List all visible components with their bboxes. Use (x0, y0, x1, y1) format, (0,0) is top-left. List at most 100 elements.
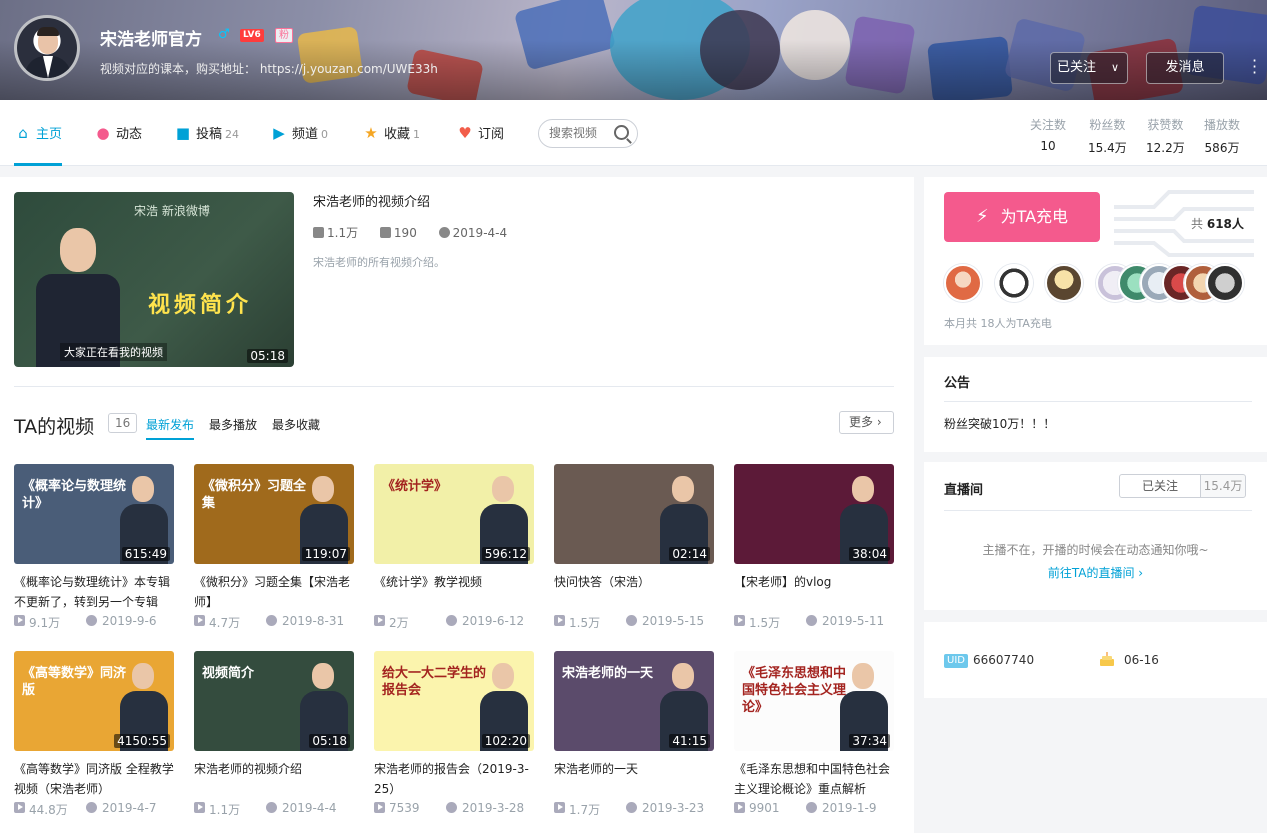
featured-video-thumbnail[interactable]: 宋浩 新浪微博 视频简介 大家正在看我的视频 05:18 (14, 192, 294, 367)
tab-upload[interactable]: ■ 投稿 24 (174, 100, 239, 166)
more-videos-button[interactable]: 更多 › (839, 411, 894, 434)
user-avatar[interactable] (14, 15, 80, 81)
video-thumbnail[interactable]: 《毛泽东思想和中国特色社会主义理论》 37:34 (734, 651, 894, 751)
clock-icon (626, 615, 637, 626)
video-title[interactable]: 宋浩老师的一天 (554, 759, 714, 799)
sort-tab-most-fav[interactable]: 最多收藏 (272, 416, 320, 433)
video-thumbnail[interactable]: 38:04 (734, 464, 894, 564)
featured-video-desc: 宋浩老师的所有视频介绍。 (313, 256, 445, 269)
tab-home[interactable]: ⌂ 主页 (14, 100, 63, 166)
heart-icon: ♥ (458, 124, 472, 142)
stat-plays: 播放数 586万 (1204, 118, 1241, 155)
video-meta: 1.7万 2019-3-23 (554, 801, 714, 817)
sort-tab-most-played[interactable]: 最多播放 (209, 416, 257, 433)
play-count-icon (194, 615, 205, 626)
supporter-avatar[interactable] (995, 264, 1033, 302)
video-meta: 2万 2019-6-12 (374, 614, 534, 630)
chevron-right-icon: › (876, 415, 882, 429)
video-title[interactable]: 快问快答（宋浩） (554, 572, 714, 612)
video-thumbnail[interactable]: 给大一大二学生的报告会 102:20 (374, 651, 534, 751)
video-title[interactable]: 宋浩老师的视频介绍 (194, 759, 354, 799)
uid-value: 66607740 (973, 653, 1035, 667)
tab-dynamic[interactable]: ● 动态 (94, 100, 142, 166)
video-views: 9.1万 (29, 616, 61, 630)
sort-tab-latest[interactable]: 最新发布 (146, 416, 195, 440)
charge-button[interactable]: ⚡ 为TA充电 (944, 192, 1100, 242)
video-card[interactable]: 38:04 【宋老师】的vlog 1.5万 2019-5-11 (734, 464, 894, 630)
follow-button-label: 已关注 (1057, 60, 1097, 75)
notice-panel: 公告 粉丝突破10万！！！ (924, 357, 1267, 452)
video-duration: 615:49 (121, 547, 170, 561)
video-duration: 102:20 (481, 734, 530, 748)
video-views: 9901 (749, 801, 780, 815)
video-card[interactable]: 给大一大二学生的报告会 102:20 宋浩老师的报告会（2019-3-25） 7539… (374, 651, 534, 817)
video-thumbnail[interactable]: 宋浩老师的一天 41:15 (554, 651, 714, 751)
charge-panel: ⚡ 为TA充电 共 618人 本月共 18人为TA充电 (924, 177, 1267, 345)
video-title[interactable]: 《统计学》教学视频 (374, 572, 534, 612)
live-follow-button[interactable]: 已关注 (1119, 474, 1201, 498)
supporter-avatar[interactable] (944, 264, 982, 302)
channel-icon: ▶ (273, 124, 285, 142)
level-badge: LV6 (240, 29, 264, 42)
video-card[interactable]: 《高等数学》同济版 4150:55 《高等数学》同济版 全程教学视频（宋浩老师） 44… (14, 651, 174, 817)
video-title[interactable]: 《高等数学》同济版 全程教学视频（宋浩老师） (14, 759, 174, 799)
tab-channel[interactable]: ▶ 频道 0 (270, 100, 328, 166)
video-card[interactable]: 视频简介 05:18 宋浩老师的视频介绍 1.1万 2019-4-4 (194, 651, 354, 817)
dynamic-icon: ● (96, 124, 110, 142)
live-follow-count: 15.4万 (1200, 474, 1246, 498)
tab-subscribe[interactable]: ♥ 订阅 (456, 100, 504, 166)
video-views: 1.1万 (209, 803, 241, 817)
thumbnail-text: 《统计学》 (382, 479, 448, 494)
video-meta: 7539 2019-3-28 (374, 801, 534, 817)
search-icon[interactable] (614, 125, 629, 140)
chevron-down-icon: ∨ (1110, 61, 1119, 74)
video-card[interactable]: 02:14 快问快答（宋浩） 1.5万 2019-5-15 (554, 464, 714, 630)
video-card[interactable]: 《毛泽东思想和中国特色社会主义理论》 37:34 《毛泽东思想和中国特色社会主义理论… (734, 651, 894, 817)
follow-button[interactable]: 已关注 ∨ (1050, 52, 1128, 84)
go-live-room-link[interactable]: 前往TA的直播间 › (924, 564, 1267, 581)
video-duration: 37:34 (849, 734, 890, 748)
live-room-panel: 直播间 已关注 15.4万 主播不在，开播的时候会在动态通知你哦~ 前往TA的直… (924, 462, 1267, 610)
video-duration: 05:18 (309, 734, 350, 748)
send-message-button[interactable]: 发消息 (1146, 52, 1224, 84)
clock-icon (438, 227, 450, 238)
user-info-panel: UID 66607740 06-16 (924, 622, 1267, 698)
video-thumbnail[interactable]: 《微积分》习题全集 119:07 (194, 464, 354, 564)
more-options-icon[interactable]: · · · (1252, 53, 1260, 81)
tab-favorites[interactable]: ★ 收藏 1 (362, 100, 420, 166)
video-search-box[interactable] (538, 119, 638, 148)
video-thumbnail[interactable]: 视频简介 05:18 (194, 651, 354, 751)
video-card[interactable]: 《微积分》习题全集 119:07 《微积分》习题全集【宋浩老师】 4.7万 2019-8… (194, 464, 354, 630)
video-title[interactable]: 《微积分》习题全集【宋浩老师】 (194, 572, 354, 612)
video-card[interactable]: 宋浩老师的一天 41:15 宋浩老师的一天 1.7万 2019-3-23 (554, 651, 714, 817)
supporter-avatar[interactable] (1206, 264, 1244, 302)
stat-following[interactable]: 关注数 10 (1030, 116, 1066, 153)
video-title[interactable]: 《概率论与数理统计》本专辑不更新了，转到另一个专辑 (14, 572, 174, 612)
video-title[interactable]: 宋浩老师的报告会（2019-3-25） (374, 759, 534, 799)
video-views: 1.5万 (569, 616, 601, 630)
clock-icon (806, 802, 817, 813)
video-title[interactable]: 《毛泽东思想和中国特色社会主义理论概论》重点解析 (734, 759, 894, 799)
stat-fans[interactable]: 粉丝数 15.4万 (1088, 116, 1127, 156)
video-title[interactable]: 【宋老师】的vlog (734, 572, 894, 612)
video-card[interactable]: 《概率论与数理统计》 615:49 《概率论与数理统计》本专辑不更新了，转到另一个专… (14, 464, 174, 630)
clock-icon (626, 802, 637, 813)
video-date: 2019-3-23 (642, 801, 705, 815)
video-card[interactable]: 《统计学》 596:12 《统计学》教学视频 2万 2019-6-12 (374, 464, 534, 630)
video-search-input[interactable] (549, 126, 615, 140)
video-date: 2019-5-11 (822, 614, 885, 628)
video-thumbnail[interactable]: 02:14 (554, 464, 714, 564)
video-date: 2019-6-12 (462, 614, 525, 628)
charge-total: 共 618人 (1191, 217, 1244, 231)
video-views: 1.7万 (569, 803, 601, 817)
video-views: 4.7万 (209, 616, 241, 630)
video-thumbnail[interactable]: 《统计学》 596:12 (374, 464, 534, 564)
play-count-icon (554, 802, 565, 813)
profile-banner (0, 0, 1267, 100)
featured-video-title[interactable]: 宋浩老师的视频介绍 (313, 191, 430, 210)
uid-badge: UID (944, 654, 968, 668)
video-thumbnail[interactable]: 《高等数学》同济版 4150:55 (14, 651, 174, 751)
supporter-avatar[interactable] (1045, 264, 1083, 302)
video-thumbnail[interactable]: 《概率论与数理统计》 615:49 (14, 464, 174, 564)
clock-icon (86, 802, 97, 813)
